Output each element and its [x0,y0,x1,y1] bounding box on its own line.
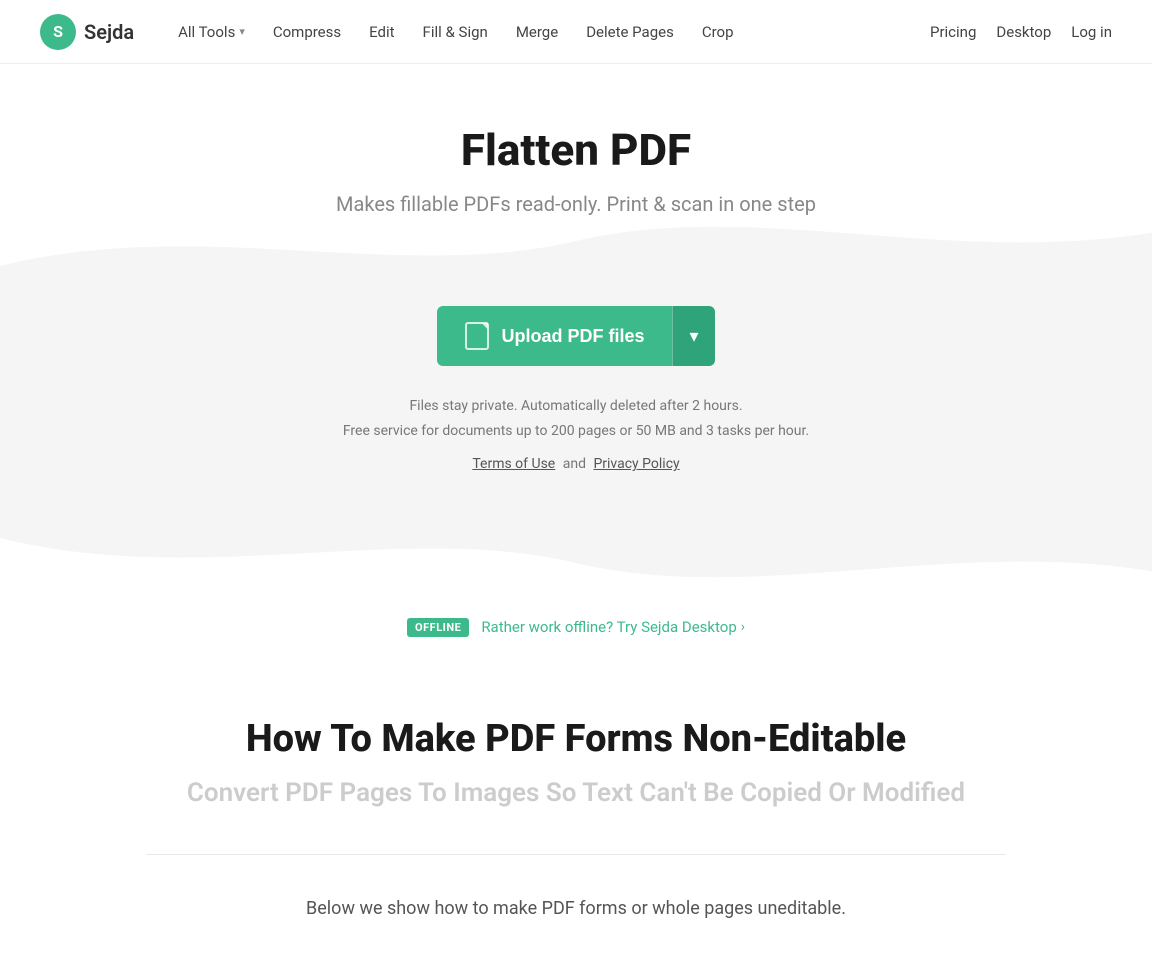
header-left: S Sejda All Tools ▾ Compress Edit Fill &… [40,14,746,50]
upload-button-group: Upload PDF files ▾ [437,306,714,366]
header-right: Pricing Desktop Log in [930,23,1112,41]
offline-badge: OFFLINE [407,618,469,637]
upload-section: Upload PDF files ▾ Files stay private. A… [0,266,1152,538]
wave-bottom-svg [0,538,1152,588]
content-section: How To Make PDF Forms Non-Editable Conve… [126,657,1026,964]
login-link[interactable]: Log in [1071,23,1112,41]
upload-dropdown-button[interactable]: ▾ [672,306,714,366]
main-nav: All Tools ▾ Compress Edit Fill & Sign Me… [166,17,745,47]
wave-top-svg [0,216,1152,266]
upload-info: Files stay private. Automatically delete… [20,394,1132,478]
section-divider [146,854,1006,855]
logo-text: Sejda [84,20,134,44]
nav-edit[interactable]: Edit [357,17,406,47]
nav-delete-pages[interactable]: Delete Pages [574,17,686,47]
content-body: Below we show how to make PDF forms or w… [146,895,1006,924]
privacy-text: Files stay private. Automatically delete… [20,394,1132,419]
nav-crop[interactable]: Crop [690,17,746,47]
page-title: Flatten PDF [20,124,1132,176]
pdf-file-icon [465,322,489,350]
offline-banner: OFFLINE Rather work offline? Try Sejda D… [0,598,1152,657]
logo-icon: S [40,14,76,50]
offline-message: Rather work offline? Try Sejda Desktop › [481,618,745,636]
content-subtitle: Convert PDF Pages To Images So Text Can'… [146,773,1006,815]
nav-compress[interactable]: Compress [261,17,353,47]
upload-wrapper: Upload PDF files ▾ Files stay private. A… [0,266,1152,538]
hero-section: Flatten PDF Makes fillable PDFs read-onl… [0,64,1152,216]
desktop-link[interactable]: Desktop [996,23,1051,41]
pricing-link[interactable]: Pricing [930,23,976,41]
upload-area: Upload PDF files ▾ [20,306,1132,366]
page-subtitle: Makes fillable PDFs read-only. Print & s… [20,192,1132,216]
all-tools-chevron: ▾ [239,25,245,38]
offline-chevron-icon: › [741,619,745,635]
logo[interactable]: S Sejda [40,14,134,50]
legal-links: Terms of Use and Privacy Policy [20,452,1132,477]
privacy-policy-link[interactable]: Privacy Policy [593,456,679,472]
dropdown-arrow-icon: ▾ [689,326,698,347]
upload-pdf-button[interactable]: Upload PDF files [437,306,672,366]
nav-all-tools[interactable]: All Tools ▾ [166,17,257,47]
and-text: and [563,456,586,472]
content-heading: How To Make PDF Forms Non-Editable [146,717,1006,761]
offline-desktop-link[interactable]: Rather work offline? Try Sejda Desktop › [481,618,745,636]
site-header: S Sejda All Tools ▾ Compress Edit Fill &… [0,0,1152,64]
nav-fill-sign[interactable]: Fill & Sign [411,17,500,47]
nav-merge[interactable]: Merge [504,17,570,47]
terms-of-use-link[interactable]: Terms of Use [472,456,555,472]
free-service-text: Free service for documents up to 200 pag… [20,419,1132,444]
